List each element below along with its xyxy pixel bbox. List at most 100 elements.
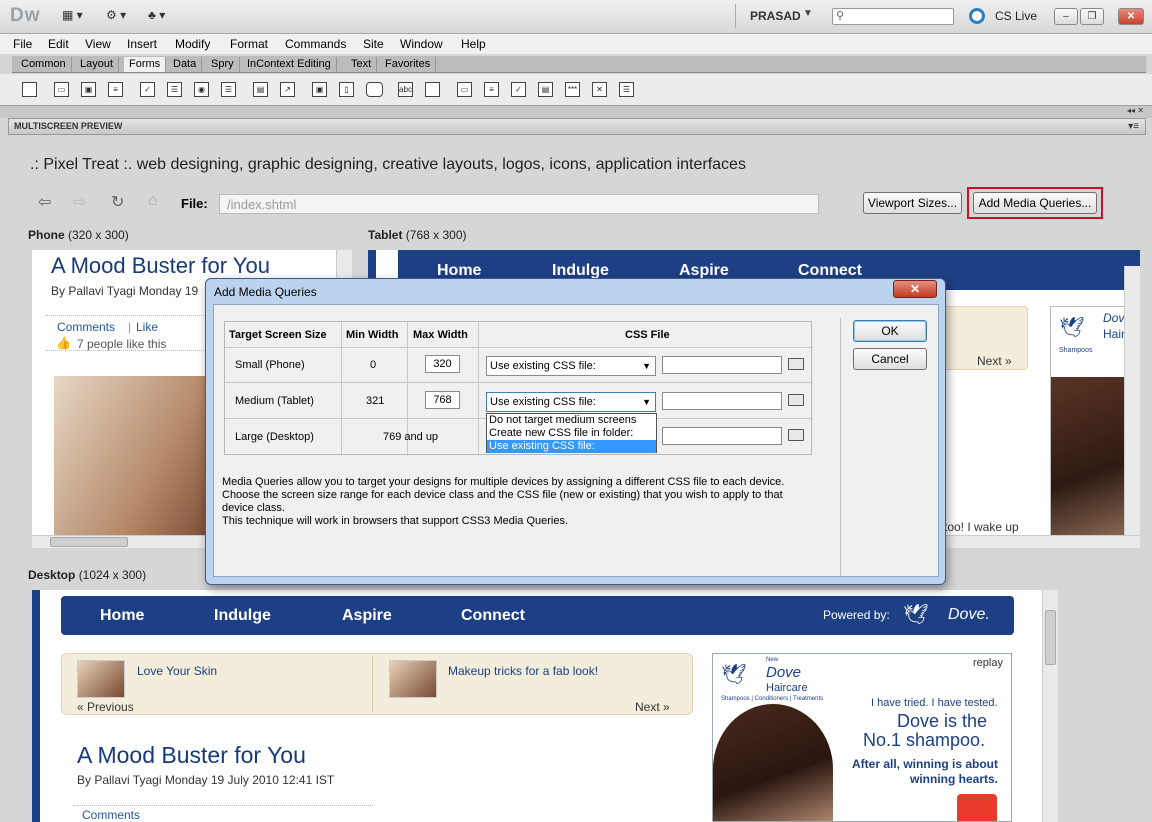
minimize-button[interactable]: – <box>1054 8 1078 25</box>
site-menu-icon[interactable]: ♣ ▾ <box>148 8 165 22</box>
home-icon[interactable]: ⌂ <box>148 192 158 210</box>
tablet-vertical-scrollbar[interactable] <box>1124 266 1140 535</box>
maximize-button[interactable]: ❐ <box>1080 8 1104 25</box>
checkbox-icon[interactable]: ✓ <box>140 82 155 97</box>
select-list-icon[interactable]: ▤ <box>253 82 268 97</box>
option-do-not-target[interactable]: Do not target medium screens <box>487 414 656 427</box>
header-min-width: Min Width <box>346 329 399 341</box>
promo-link-1[interactable]: Love Your Skin <box>137 664 217 678</box>
nav-connect[interactable]: Connect <box>461 607 525 625</box>
spry-validation-password-icon[interactable]: *** <box>565 82 580 97</box>
row-small-name: Small (Phone) <box>235 359 305 371</box>
menu-modify[interactable]: Modify <box>175 37 210 51</box>
tab-spry[interactable]: Spry <box>206 57 240 72</box>
text-field-icon[interactable]: ▭ <box>54 82 69 97</box>
comments-link[interactable]: Comments <box>82 808 140 822</box>
small-max-width-input[interactable]: 320 <box>425 355 460 373</box>
cs-live-icon[interactable] <box>969 8 985 24</box>
search-input[interactable]: ⚲ <box>832 8 954 25</box>
tab-incontext-editing[interactable]: InContext Editing <box>242 57 337 72</box>
nav-indulge[interactable]: Indulge <box>214 607 271 625</box>
menu-site[interactable]: Site <box>363 37 384 51</box>
folder-icon[interactable] <box>788 358 804 370</box>
dialog-close-button[interactable]: ✕ <box>893 280 937 298</box>
option-create-new-css[interactable]: Create new CSS file in folder: <box>487 427 656 440</box>
spry-validation-textarea-icon[interactable]: ≡ <box>484 82 499 97</box>
fieldset-icon[interactable] <box>425 82 440 97</box>
desktop-viewport[interactable]: Home Indulge Aspire Connect Powered by: … <box>32 590 1058 822</box>
replay-link[interactable]: replay <box>973 657 1003 669</box>
option-use-existing-css[interactable]: Use existing CSS file: <box>487 440 656 453</box>
desktop-vertical-scrollbar[interactable] <box>1042 590 1058 822</box>
menu-insert[interactable]: Insert <box>127 37 157 51</box>
file-field-icon[interactable]: ▯ <box>339 82 354 97</box>
folder-icon[interactable] <box>788 429 804 441</box>
ok-button[interactable]: OK <box>853 320 927 342</box>
small-css-select[interactable]: Use existing CSS file: ▼ <box>486 356 656 376</box>
image-field-icon[interactable]: ▣ <box>312 82 327 97</box>
menu-help[interactable]: Help <box>461 37 486 51</box>
menu-commands[interactable]: Commands <box>285 37 346 51</box>
menu-file[interactable]: File <box>13 37 32 51</box>
extend-menu-icon[interactable]: ⚙ ▾ <box>106 8 126 22</box>
tab-text[interactable]: Text <box>346 57 378 72</box>
radio-group-icon[interactable]: ☰ <box>221 82 236 97</box>
panel-menu-icon[interactable]: ▾≡ <box>1128 121 1139 132</box>
form-icon[interactable] <box>22 82 37 97</box>
medium-css-select[interactable]: Use existing CSS file: ▼ <box>486 392 656 412</box>
chevron-down-icon[interactable]: ▼ <box>803 8 813 19</box>
folder-icon[interactable] <box>788 394 804 406</box>
dove-bird-icon: 🕊 <box>903 604 929 626</box>
checkbox-group-icon[interactable]: ☰ <box>167 82 182 97</box>
spry-validation-select-icon[interactable]: ▤ <box>538 82 553 97</box>
layout-menu-icon[interactable]: ▦ ▾ <box>62 8 83 22</box>
promo-link-2[interactable]: Makeup tricks for a fab look! <box>448 664 598 678</box>
comments-link[interactable]: Comments <box>57 320 115 334</box>
medium-max-width-input[interactable]: 768 <box>425 391 460 409</box>
spry-validation-checkbox-icon[interactable]: ✓ <box>511 82 526 97</box>
like-link[interactable]: Like <box>136 320 158 334</box>
menu-edit[interactable]: Edit <box>48 37 69 51</box>
refresh-icon[interactable]: ↻ <box>111 192 124 212</box>
nav-aspire[interactable]: Aspire <box>342 607 392 625</box>
small-css-path-input[interactable] <box>662 356 782 374</box>
file-path-input[interactable]: /index.shtml <box>219 194 819 214</box>
next-link[interactable]: Next » <box>977 354 1012 368</box>
textarea-icon[interactable]: ≡ <box>108 82 123 97</box>
cs-live-label[interactable]: CS Live <box>995 9 1037 23</box>
label-icon[interactable]: abc <box>398 82 413 97</box>
promo-thumbnail[interactable] <box>77 660 125 698</box>
tab-favorites[interactable]: Favorites <box>380 57 437 72</box>
close-button[interactable]: ✕ <box>1118 8 1144 25</box>
menu-window[interactable]: Window <box>400 37 443 51</box>
back-icon[interactable]: ⇦ <box>38 192 51 212</box>
forward-icon[interactable]: ⇨ <box>73 192 86 212</box>
scroll-thumb[interactable] <box>50 537 128 547</box>
previous-link[interactable]: « Previous <box>77 700 134 714</box>
nav-home[interactable]: Home <box>100 607 144 625</box>
spry-validation-radio-icon[interactable]: ☰ <box>619 82 634 97</box>
scroll-thumb[interactable] <box>1045 610 1056 665</box>
user-name[interactable]: PRASAD <box>750 9 801 23</box>
add-media-queries-button[interactable]: Add Media Queries... <box>973 192 1097 214</box>
tab-layout[interactable]: Layout <box>75 57 120 72</box>
large-css-path-input[interactable] <box>662 427 782 445</box>
spry-validation-confirm-icon[interactable]: ✕ <box>592 82 607 97</box>
promo-thumbnail[interactable] <box>389 660 437 698</box>
menu-view[interactable]: View <box>85 37 111 51</box>
tab-data[interactable]: Data <box>168 57 203 72</box>
medium-css-path-input[interactable] <box>662 392 782 410</box>
cancel-button[interactable]: Cancel <box>853 348 927 370</box>
collapse-icon[interactable]: ◂◂ ✕ <box>1127 106 1144 115</box>
jump-menu-icon[interactable]: ↗ <box>280 82 295 97</box>
spry-validation-text-icon[interactable]: ▭ <box>457 82 472 97</box>
panel-gap: ◂◂ ✕ <box>0 106 1152 118</box>
menu-format[interactable]: Format <box>230 37 268 51</box>
viewport-sizes-button[interactable]: Viewport Sizes... <box>863 192 962 214</box>
tab-common[interactable]: Common <box>16 57 72 72</box>
tab-forms[interactable]: Forms <box>124 57 167 72</box>
next-link[interactable]: Next » <box>635 700 670 714</box>
button-icon[interactable] <box>366 82 383 97</box>
hidden-field-icon[interactable]: ▣ <box>81 82 96 97</box>
radio-button-icon[interactable]: ◉ <box>194 82 209 97</box>
